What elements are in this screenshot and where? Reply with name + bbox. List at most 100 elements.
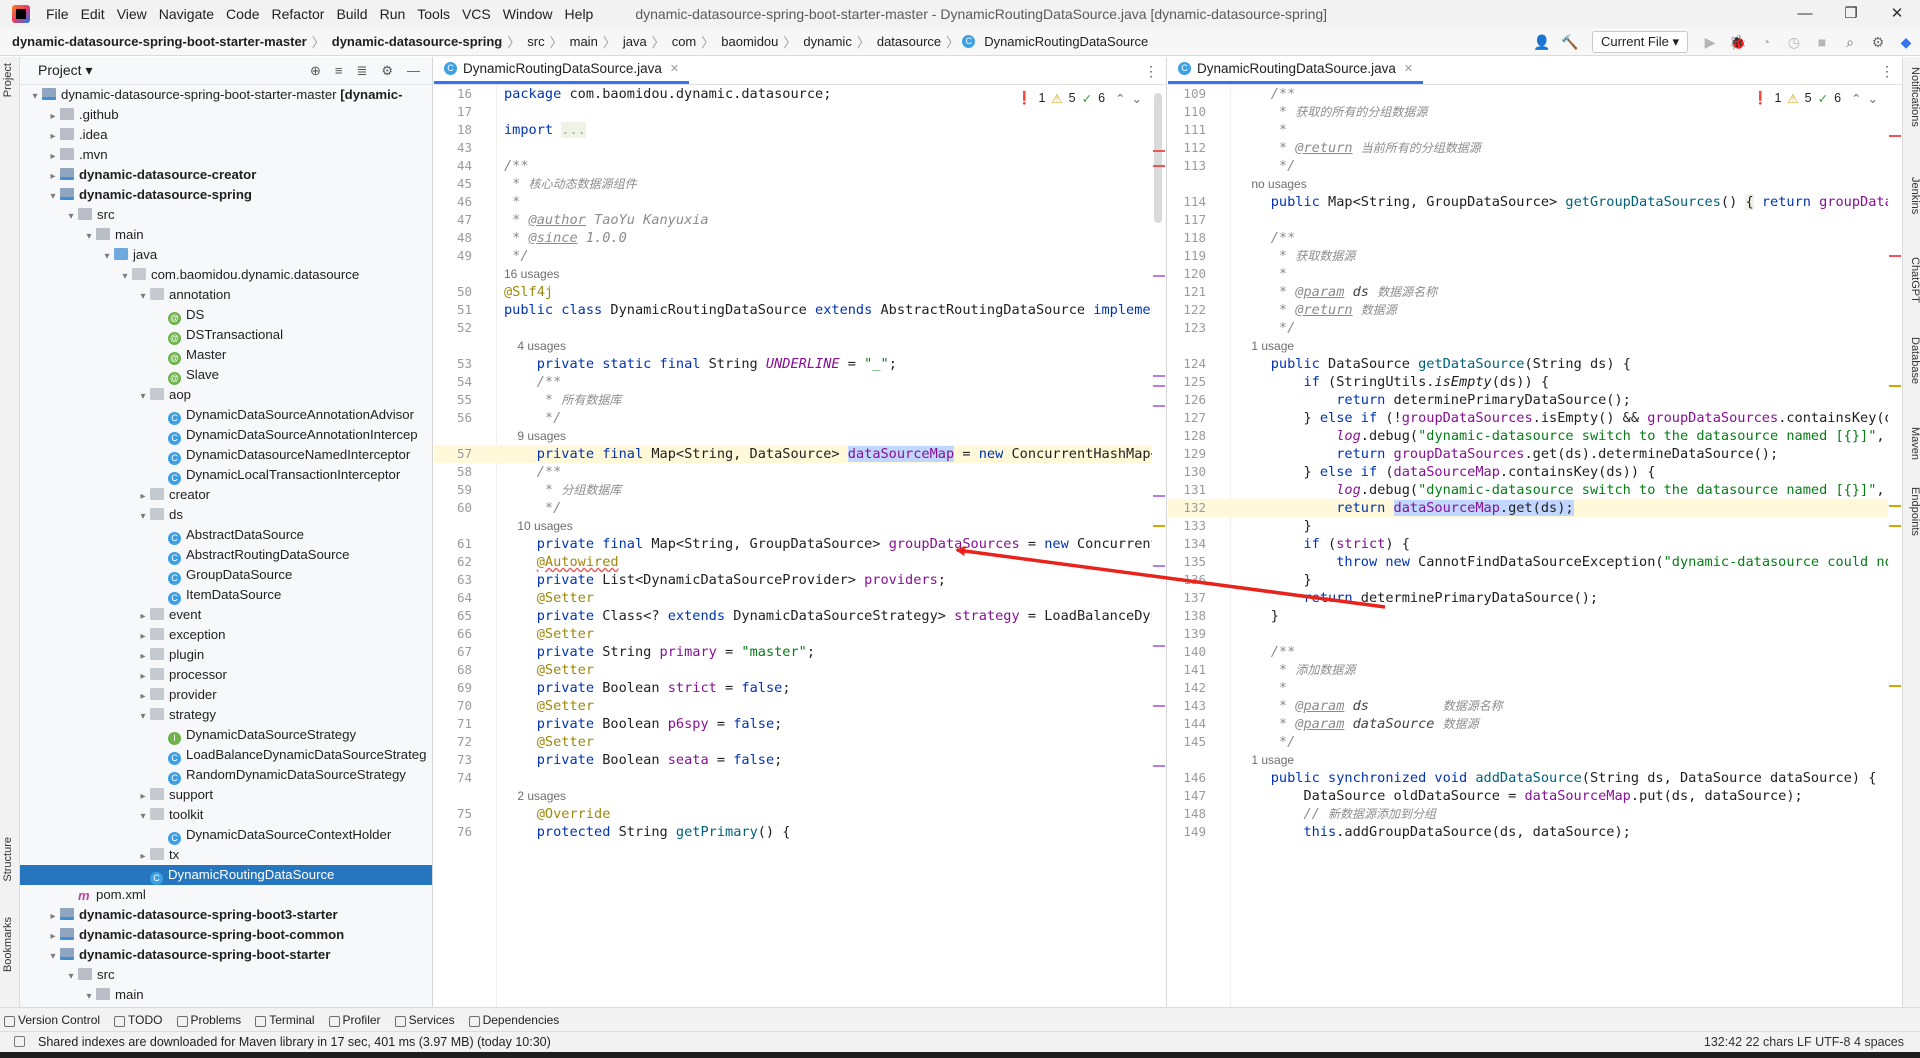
- menu-vcs[interactable]: VCS: [456, 0, 497, 28]
- breadcrumb-item[interactable]: java: [619, 34, 649, 49]
- tree-item[interactable]: ▸ plugin: [20, 645, 432, 665]
- tree-item[interactable]: C LoadBalanceDynamicDataSourceStrateg: [20, 745, 432, 765]
- tree-item[interactable]: ▸ provider: [20, 685, 432, 705]
- breadcrumb-item[interactable]: dynamic-datasource-spring-boot-starter-m…: [8, 34, 309, 49]
- tree-item[interactable]: ▸ dynamic-datasource-spring-boot3-starter: [20, 905, 432, 925]
- tree-item[interactable]: ▾ com.baomidou.dynamic.datasource: [20, 265, 432, 285]
- tree-item[interactable]: ▾ strategy: [20, 705, 432, 725]
- chevron-down-icon[interactable]: ▾: [82, 987, 96, 1007]
- restore-button[interactable]: ❐: [1828, 0, 1874, 28]
- chevron-right-icon[interactable]: ▸: [136, 607, 150, 627]
- chevron-down-icon[interactable]: ▾: [136, 507, 150, 527]
- scrollbar-marker[interactable]: [1889, 385, 1901, 387]
- bookmarks-tool-tab[interactable]: Bookmarks: [2, 917, 18, 972]
- editor-scrollbar[interactable]: [1152, 85, 1166, 1007]
- scrollbar-marker[interactable]: [1153, 150, 1165, 152]
- tree-item[interactable]: ▾ dynamic-datasource-spring: [20, 185, 432, 205]
- breadcrumb-item[interactable]: datasource: [873, 34, 943, 49]
- scrollbar-marker[interactable]: [1889, 255, 1901, 257]
- tree-item[interactable]: m pom.xml: [20, 885, 432, 905]
- chatgpt-tool-tab[interactable]: ChatGPT: [1905, 257, 1920, 303]
- tree-item[interactable]: ▸ dynamic-datasource-creator: [20, 165, 432, 185]
- locate-icon[interactable]: ⊕: [310, 63, 321, 79]
- scrollbar-marker[interactable]: [1889, 525, 1901, 527]
- build-hammer-icon[interactable]: 🔨: [1558, 30, 1582, 54]
- tree-item[interactable]: C DynamicRoutingDataSource: [20, 865, 432, 885]
- usages-hint[interactable]: 2 usages: [434, 787, 1152, 805]
- breadcrumb-item[interactable]: src: [523, 34, 546, 49]
- tree-item[interactable]: ▾ annotation: [20, 285, 432, 305]
- run-configuration-select[interactable]: Current File ▾: [1591, 31, 1688, 53]
- project-tool-tab[interactable]: Project: [2, 63, 18, 97]
- hide-panel-icon[interactable]: —: [407, 63, 420, 79]
- more-tabs-icon[interactable]: ⋮: [1880, 63, 1894, 80]
- tree-item[interactable]: ▸ .mvn: [20, 145, 432, 165]
- tree-item[interactable]: C GroupDataSource: [20, 565, 432, 585]
- status-message[interactable]: Shared indexes are downloaded for Maven …: [38, 1035, 551, 1049]
- project-view-selector[interactable]: Project ▾: [38, 62, 93, 79]
- chevron-right-icon[interactable]: ▸: [136, 687, 150, 707]
- collapse-all-icon[interactable]: ≣: [356, 63, 367, 79]
- tree-item[interactable]: ▾ toolkit: [20, 805, 432, 825]
- tree-item[interactable]: ▸ tx: [20, 845, 432, 865]
- tree-item[interactable]: ▾ java: [20, 245, 432, 265]
- chevron-right-icon[interactable]: ▸: [46, 907, 60, 927]
- usages-hint[interactable]: 9 usages: [434, 427, 1152, 445]
- chevron-right-icon[interactable]: ▸: [136, 487, 150, 507]
- usages-hint[interactable]: no usages: [1168, 175, 1888, 193]
- jenkins-tool-tab[interactable]: Jenkins: [1905, 177, 1920, 214]
- chevron-right-icon[interactable]: ▸: [136, 647, 150, 667]
- tree-item[interactable]: C DynamicDataSourceAnnotationIntercep: [20, 425, 432, 445]
- menu-view[interactable]: View: [111, 0, 153, 28]
- tree-item[interactable]: @ Slave: [20, 365, 432, 385]
- menu-code[interactable]: Code: [220, 0, 265, 28]
- close-window-button[interactable]: ✕: [1874, 0, 1920, 28]
- tree-item[interactable]: ▾ main: [20, 985, 432, 1005]
- chevron-down-icon[interactable]: ▾: [136, 807, 150, 827]
- chevron-right-icon[interactable]: ▸: [46, 127, 60, 147]
- breadcrumb-item[interactable]: DynamicRoutingDataSource: [980, 34, 1150, 49]
- chevron-down-icon[interactable]: ▾: [46, 947, 60, 967]
- panel-toggle-icon[interactable]: [14, 1036, 25, 1047]
- breadcrumb-item[interactable]: main: [566, 34, 600, 49]
- scrollbar-marker[interactable]: [1153, 525, 1165, 527]
- search-icon[interactable]: ⌕: [1838, 30, 1862, 54]
- scrollbar-marker[interactable]: [1153, 275, 1165, 277]
- menu-build[interactable]: Build: [330, 0, 373, 28]
- plugin-logo-icon[interactable]: ◆: [1894, 30, 1918, 54]
- editor-tab[interactable]: C DynamicRoutingDataSource.java ✕: [434, 57, 690, 84]
- scrollbar-marker[interactable]: [1153, 375, 1165, 377]
- close-tab-icon[interactable]: ✕: [1404, 62, 1413, 75]
- tree-item[interactable]: C AbstractDataSource: [20, 525, 432, 545]
- usages-hint[interactable]: 10 usages: [434, 517, 1152, 535]
- tree-item[interactable]: C ItemDataSource: [20, 585, 432, 605]
- menu-help[interactable]: Help: [559, 0, 600, 28]
- tree-item[interactable]: ▾ dynamic-datasource-spring-boot-starter-…: [20, 85, 432, 105]
- chevron-right-icon[interactable]: ▸: [136, 627, 150, 647]
- tree-item[interactable]: ▾ aop: [20, 385, 432, 405]
- editor-scrollbar[interactable]: [1888, 85, 1902, 1007]
- menu-file[interactable]: File: [40, 0, 75, 28]
- tree-item[interactable]: ▾ main: [20, 225, 432, 245]
- tree-item[interactable]: @ DSTransactional: [20, 325, 432, 345]
- tree-item[interactable]: ▾ src: [20, 205, 432, 225]
- scrollbar-marker[interactable]: [1153, 765, 1165, 767]
- prev-highlight-icon[interactable]: ⌃: [1115, 91, 1125, 106]
- scrollbar-marker[interactable]: [1153, 705, 1165, 707]
- usages-hint[interactable]: 1 usage: [1168, 751, 1888, 769]
- scrollbar-marker[interactable]: [1889, 135, 1901, 137]
- tree-item[interactable]: C DynamicDataSourceAnnotationAdvisor: [20, 405, 432, 425]
- tree-item[interactable]: C DynamicLocalTransactionInterceptor: [20, 465, 432, 485]
- status-right-info[interactable]: 132:42 22 chars LF UTF-8 4 spaces: [1704, 1032, 1904, 1053]
- tree-item[interactable]: I DynamicDataSourceStrategy: [20, 725, 432, 745]
- debug-icon[interactable]: 🐞: [1726, 30, 1750, 54]
- tree-item[interactable]: ▾ ds: [20, 505, 432, 525]
- chevron-right-icon[interactable]: ▸: [136, 667, 150, 687]
- tool-window-problems[interactable]: Problems: [173, 1013, 252, 1027]
- chevron-right-icon[interactable]: ▸: [136, 847, 150, 867]
- tree-item[interactable]: @ DS: [20, 305, 432, 325]
- options-gear-icon[interactable]: ⚙: [381, 63, 393, 79]
- chevron-down-icon[interactable]: ▾: [46, 187, 60, 207]
- chevron-down-icon[interactable]: ▾: [64, 207, 78, 227]
- tree-item[interactable]: ▾ dynamic-datasource-spring-boot-starter: [20, 945, 432, 965]
